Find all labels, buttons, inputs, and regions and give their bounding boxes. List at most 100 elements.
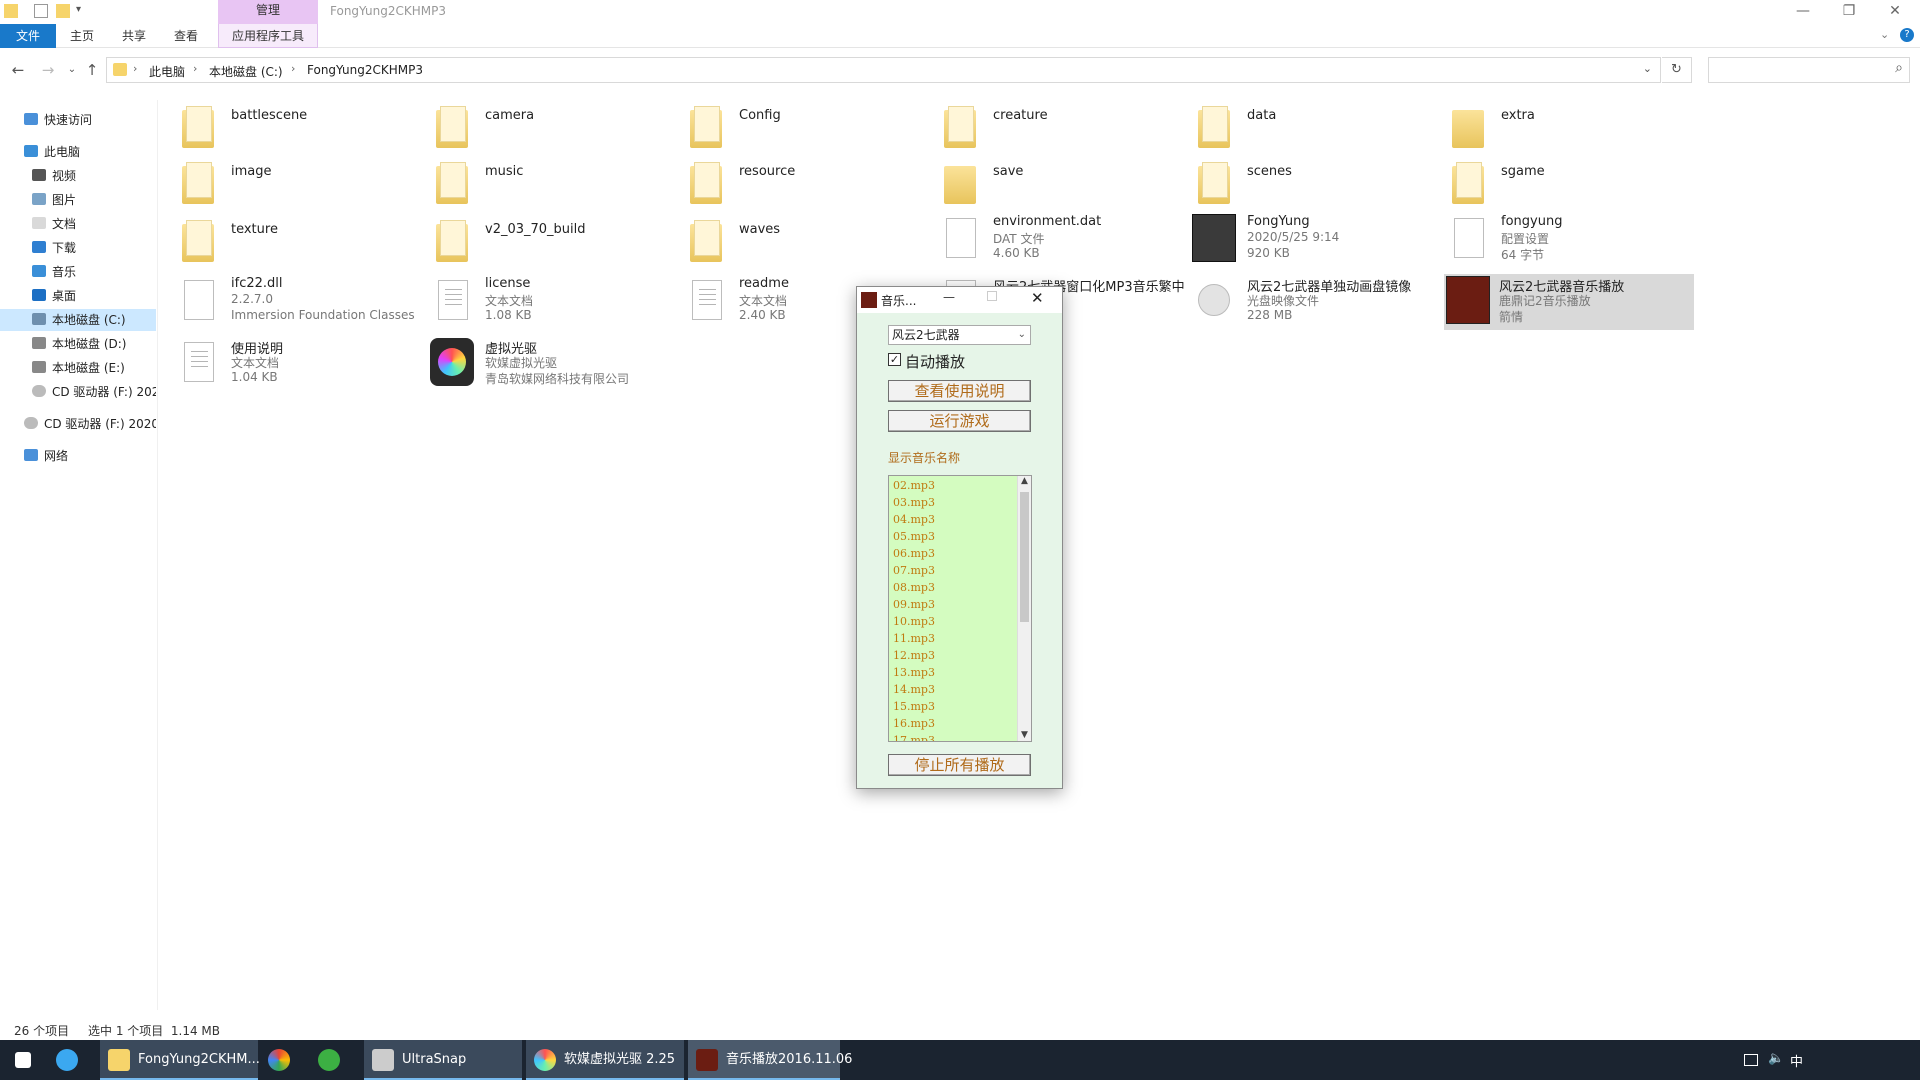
- tray-network-icon[interactable]: [1744, 1054, 1758, 1066]
- restore-button[interactable]: ❐: [1826, 0, 1872, 24]
- dialog-title-bar[interactable]: 音乐... — ✕: [857, 287, 1062, 313]
- track-item[interactable]: 12.mp3: [893, 649, 935, 662]
- tab-share[interactable]: 共享: [112, 24, 156, 48]
- back-arrow-icon[interactable]: ←: [8, 60, 28, 80]
- new-folder-icon[interactable]: [56, 4, 70, 18]
- sidebar-item-quick-access[interactable]: 快速访问: [24, 109, 154, 131]
- tab-home[interactable]: 主页: [60, 24, 104, 48]
- taskbar-virtual-drive[interactable]: 软媒虚拟光驱 2.25: [526, 1040, 684, 1080]
- file-item[interactable]: battlescene: [176, 100, 416, 152]
- view-manual-button[interactable]: 查看使用说明: [888, 380, 1031, 402]
- track-item[interactable]: 16.mp3: [893, 717, 935, 730]
- sidebar-item-downloads[interactable]: 下载: [32, 237, 154, 259]
- sidebar-item-this-pc[interactable]: 此电脑: [24, 141, 154, 163]
- file-item-selected[interactable]: 风云2七武器音乐播放 鹿鼎记2音乐播放 箭情: [1444, 274, 1694, 330]
- taskbar-music-player[interactable]: 音乐播放2016.11.06: [688, 1040, 852, 1080]
- taskbar-chrome[interactable]: [268, 1040, 308, 1080]
- chevron-right-icon[interactable]: ›: [193, 62, 197, 75]
- file-item[interactable]: 虚拟光驱 软媒虚拟光驱 青岛软媒网络科技有限公司: [430, 336, 670, 388]
- file-item[interactable]: ifc22.dll 2.2.7.0 Immersion Foundation Cla…: [176, 274, 416, 326]
- track-item[interactable]: 04.mp3: [893, 513, 935, 526]
- file-item[interactable]: music: [430, 156, 670, 208]
- file-item[interactable]: waves: [684, 214, 924, 266]
- game-select-dropdown[interactable]: 风云2七武器 ⌄: [888, 325, 1031, 345]
- sidebar-item-music[interactable]: 音乐: [32, 261, 154, 283]
- customize-qat-icon[interactable]: ▾: [76, 4, 86, 18]
- playlist-scrollbar[interactable]: ▲ ▼: [1017, 476, 1031, 741]
- file-item[interactable]: 使用说明 文本文档 1.04 KB: [176, 336, 416, 388]
- track-item[interactable]: 02.mp3: [893, 479, 935, 492]
- sidebar-item-cd-drive-root[interactable]: CD 驱动器 (F:) 2020: [24, 413, 156, 435]
- properties-icon[interactable]: [34, 4, 48, 18]
- forward-arrow-icon[interactable]: →: [38, 60, 58, 80]
- sidebar-item-pictures[interactable]: 图片: [32, 189, 154, 211]
- close-button[interactable]: ✕: [1872, 0, 1918, 24]
- track-item[interactable]: 17.mp3: [893, 734, 935, 741]
- sidebar-item-documents[interactable]: 文档: [32, 213, 154, 235]
- track-item[interactable]: 11.mp3: [893, 632, 935, 645]
- tab-view[interactable]: 查看: [164, 24, 208, 48]
- breadcrumb-current-folder[interactable]: FongYung2CKHMP3: [307, 63, 423, 77]
- sidebar-item-videos[interactable]: 视频: [32, 165, 154, 187]
- file-item[interactable]: license 文本文档 1.08 KB: [430, 274, 670, 326]
- track-item[interactable]: 10.mp3: [893, 615, 935, 628]
- ribbon-expand-icon[interactable]: ⌄: [1880, 28, 1889, 41]
- track-item[interactable]: 03.mp3: [893, 496, 935, 509]
- tab-file[interactable]: 文件: [0, 24, 56, 48]
- file-item[interactable]: extra: [1446, 100, 1686, 152]
- track-item[interactable]: 13.mp3: [893, 666, 935, 679]
- track-item[interactable]: 05.mp3: [893, 530, 935, 543]
- sidebar-item-cd-drive[interactable]: CD 驱动器 (F:) 202: [32, 381, 156, 403]
- file-item[interactable]: texture: [176, 214, 416, 266]
- sidebar-item-drive-e[interactable]: 本地磁盘 (E:): [32, 357, 154, 379]
- chevron-right-icon[interactable]: ›: [291, 62, 295, 75]
- file-item[interactable]: FongYung 2020/5/25 9:14 920 KB: [1192, 212, 1432, 264]
- file-item[interactable]: Config: [684, 100, 924, 152]
- file-item[interactable]: scenes: [1192, 156, 1432, 208]
- sidebar-item-network[interactable]: 网络: [24, 445, 154, 467]
- taskbar-ie[interactable]: [56, 1040, 96, 1080]
- taskbar-green-app[interactable]: [318, 1040, 358, 1080]
- scroll-up-icon[interactable]: ▲: [1021, 476, 1028, 486]
- file-item[interactable]: image: [176, 156, 416, 208]
- breadcrumb-this-pc[interactable]: 此电脑: [149, 63, 185, 80]
- dialog-close-button[interactable]: ✕: [1031, 289, 1044, 307]
- dialog-minimize-button[interactable]: —: [943, 290, 955, 304]
- stop-all-button[interactable]: 停止所有播放: [888, 754, 1031, 776]
- file-item[interactable]: save: [938, 156, 1178, 208]
- sidebar-item-drive-c[interactable]: 本地磁盘 (C:): [0, 309, 156, 331]
- track-item[interactable]: 14.mp3: [893, 683, 935, 696]
- track-item[interactable]: 08.mp3: [893, 581, 935, 594]
- file-item[interactable]: resource: [684, 156, 924, 208]
- track-item[interactable]: 07.mp3: [893, 564, 935, 577]
- file-item[interactable]: 风云2七武器单独动画盘镜像 光盘映像文件 228 MB: [1192, 274, 1432, 326]
- chevron-right-icon[interactable]: ›: [133, 62, 137, 75]
- run-game-button[interactable]: 运行游戏: [888, 410, 1031, 432]
- tab-app-tools[interactable]: 应用程序工具: [218, 24, 318, 48]
- help-icon[interactable]: ?: [1900, 28, 1914, 42]
- tab-manage[interactable]: 管理: [218, 0, 318, 24]
- file-item[interactable]: sgame: [1446, 156, 1686, 208]
- track-item[interactable]: 06.mp3: [893, 547, 935, 560]
- breadcrumb-drive-c[interactable]: 本地磁盘 (C:): [209, 63, 283, 80]
- scroll-thumb[interactable]: [1020, 492, 1029, 622]
- sidebar-item-desktop[interactable]: 桌面: [32, 285, 154, 307]
- file-item[interactable]: data: [1192, 100, 1432, 152]
- scroll-down-icon[interactable]: ▼: [1021, 730, 1028, 740]
- minimize-button[interactable]: —: [1780, 0, 1826, 24]
- track-item[interactable]: 15.mp3: [893, 700, 935, 713]
- search-icon[interactable]: ⌕: [1895, 60, 1903, 76]
- taskbar-explorer[interactable]: FongYung2CKHM...: [100, 1040, 260, 1080]
- address-bar[interactable]: › 此电脑 › 本地磁盘 (C:) › FongYung2CKHMP3 ⌄: [106, 57, 1661, 83]
- taskbar-ultrasnap[interactable]: UltraSnap: [364, 1040, 522, 1080]
- file-item[interactable]: environment.dat DAT 文件 4.60 KB: [938, 212, 1178, 264]
- file-item[interactable]: creature: [938, 100, 1178, 152]
- start-button[interactable]: [0, 1040, 46, 1080]
- track-list[interactable]: 02.mp3 03.mp3 04.mp3 05.mp3 06.mp3 07.mp3 08.m…: [888, 475, 1032, 742]
- up-arrow-icon[interactable]: ↑: [82, 60, 102, 80]
- sidebar-item-drive-d[interactable]: 本地磁盘 (D:): [32, 333, 154, 355]
- file-item[interactable]: camera: [430, 100, 670, 152]
- refresh-button[interactable]: ↻: [1662, 57, 1692, 83]
- tray-ime-indicator[interactable]: 中: [1790, 1051, 1803, 1070]
- track-item[interactable]: 09.mp3: [893, 598, 935, 611]
